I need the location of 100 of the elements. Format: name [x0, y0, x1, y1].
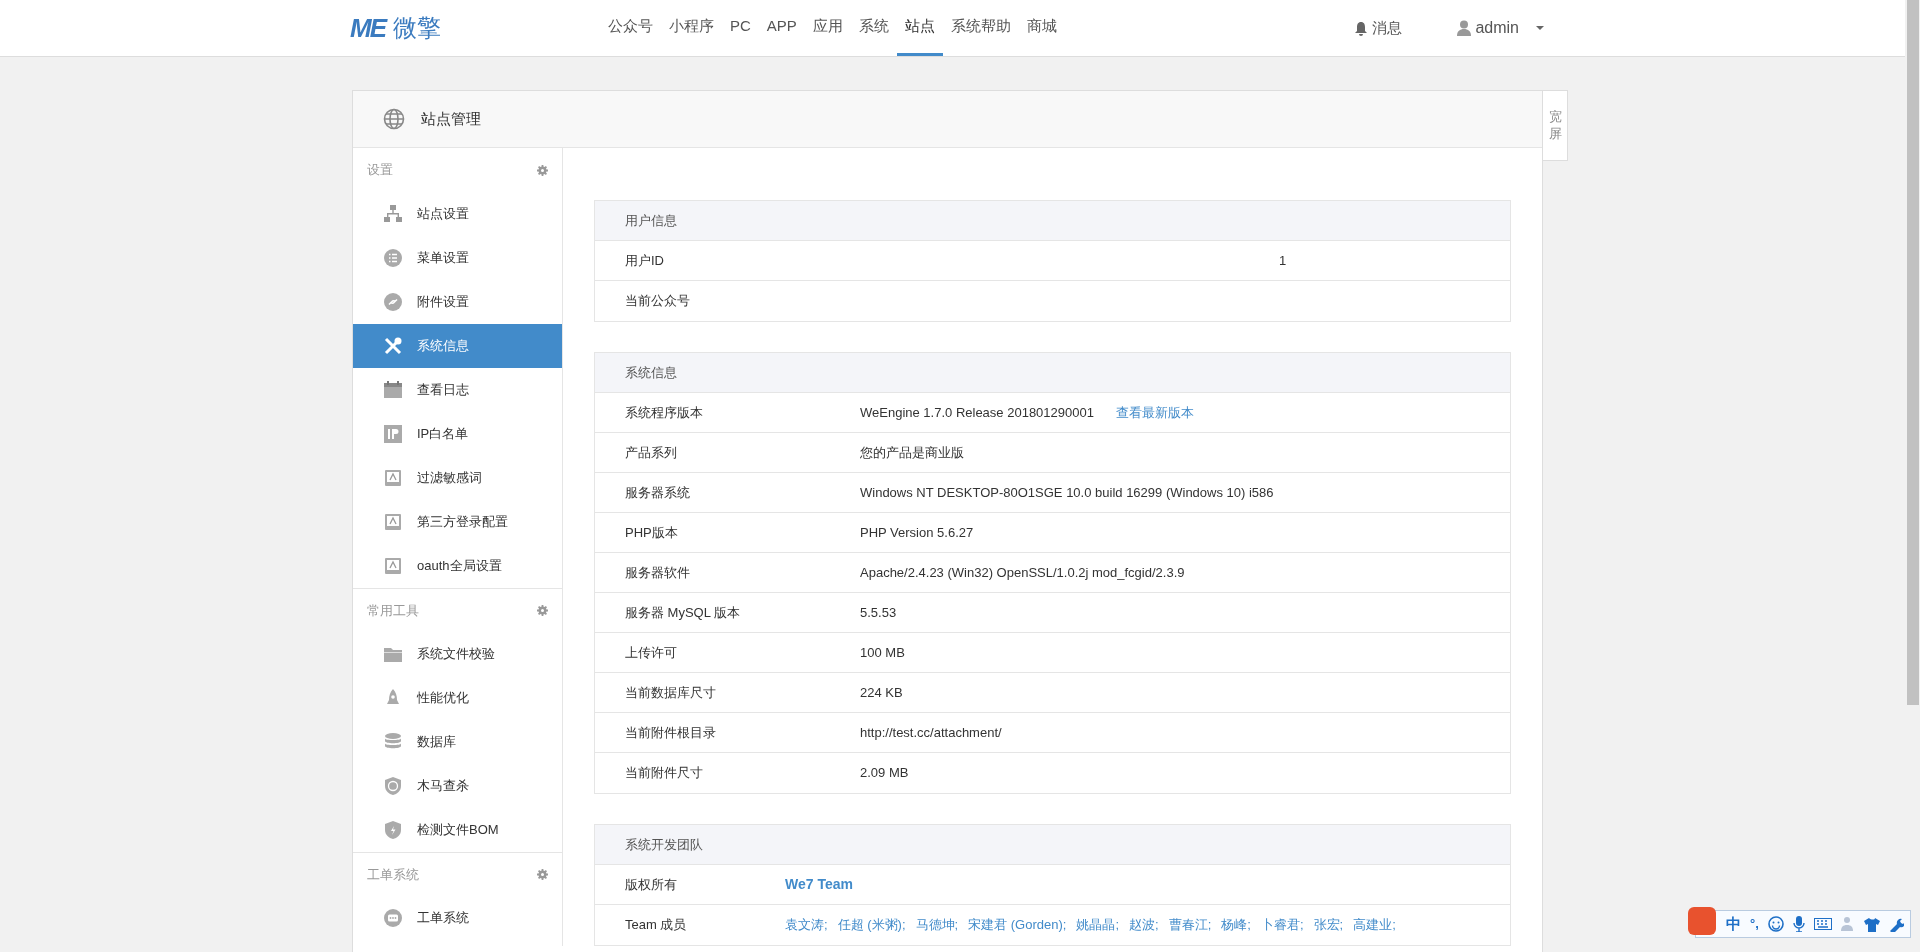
- member-link[interactable]: 曹春江;: [1168, 915, 1212, 935]
- globe-icon: [383, 108, 405, 130]
- row-value: Apache/2.4.23 (Win32) OpenSSL/1.0.2j mod_fcgid/2.3.9: [860, 563, 1185, 582]
- nav-tab[interactable]: 系统帮助: [942, 0, 1019, 56]
- member-link[interactable]: 高建业;: [1353, 915, 1396, 935]
- gear-icon: [537, 605, 548, 616]
- row-label: PHP版本: [625, 524, 678, 540]
- wide-screen-toggle[interactable]: 宽屏: [1543, 90, 1568, 161]
- row-label: 系统程序版本: [625, 404, 703, 420]
- row-label: 版权所有: [625, 876, 677, 892]
- sidebar-item[interactable]: 工单系统: [353, 896, 562, 940]
- sidebar-item[interactable]: 性能优化: [353, 676, 562, 720]
- row-label: 服务器系统: [625, 484, 690, 500]
- member-link[interactable]: 姚晶晶;: [1076, 915, 1119, 935]
- row-label: 用户ID: [625, 252, 664, 268]
- row-label: Team 成员: [625, 917, 687, 933]
- bell-icon: [1354, 20, 1369, 36]
- row-value: 5.5.53: [860, 603, 897, 622]
- table-heading: 用户信息: [625, 211, 677, 230]
- wrench-icon: [1888, 916, 1904, 932]
- member-link[interactable]: 宋建君 (Gorden);: [968, 915, 1067, 935]
- book-icon: [383, 468, 403, 488]
- sitemap-icon: [383, 204, 403, 224]
- row-label: 服务器 MySQL 版本: [625, 604, 741, 620]
- row-value: 您的产品是商业版: [860, 443, 964, 462]
- row-label: 服务器软件: [625, 564, 690, 580]
- row-value: Windows NT DESKTOP-80O1SGE 10.0 build 16299 (Windows 10) i586: [860, 483, 1274, 502]
- nav-tab[interactable]: 应用: [804, 0, 851, 56]
- row-label: 产品系列: [625, 444, 677, 460]
- ime-mode[interactable]: 中: [1726, 912, 1741, 936]
- member-link[interactable]: 卜睿君;: [1260, 915, 1304, 935]
- table-heading: 系统信息: [625, 363, 677, 382]
- caret-icon: [1535, 25, 1545, 31]
- sidebar-item[interactable]: 数据库: [353, 720, 562, 764]
- nav-tab[interactable]: 商城: [1018, 0, 1065, 56]
- nav-tab[interactable]: PC: [722, 0, 759, 56]
- list-icon: [383, 248, 403, 268]
- shield-bolt-icon: [383, 820, 403, 840]
- sidebar-item[interactable]: 系统信息: [353, 324, 562, 368]
- nav-tab[interactable]: APP: [758, 0, 805, 56]
- smiley-icon: [1767, 916, 1784, 932]
- row-value: 2.09 MB: [860, 764, 909, 783]
- row-value: PHP Version 5.6.27: [860, 523, 974, 542]
- row-value: 1: [1279, 251, 1287, 270]
- ime-logo-icon: [1688, 907, 1716, 935]
- scrollbar-thumb[interactable]: [1906, 0, 1919, 705]
- member-link[interactable]: 袁文涛;: [785, 915, 828, 935]
- latest-version-link[interactable]: 查看最新版本: [1115, 402, 1194, 423]
- member-link[interactable]: 赵波;: [1129, 915, 1159, 935]
- user-icon: [1457, 20, 1472, 36]
- logo-text: 微擎: [393, 13, 441, 43]
- sidebar-item[interactable]: 站点设置: [353, 192, 562, 236]
- group-title: 工单系统: [367, 865, 419, 884]
- ime-punctuation[interactable]: °,: [1750, 914, 1759, 934]
- row-label: 上传许可: [625, 644, 677, 660]
- sidebar-item[interactable]: 过滤敏感词: [353, 456, 562, 500]
- user-menu[interactable]: admin: [1457, 16, 1545, 40]
- group-title: 设置: [367, 161, 393, 180]
- row-label: 当前附件根目录: [625, 724, 716, 740]
- book-icon: [383, 512, 403, 532]
- table-heading: 系统开发团队: [625, 835, 703, 854]
- book-icon: [383, 556, 403, 576]
- keyboard-icon: [1813, 918, 1832, 930]
- sidebar-item[interactable]: IP白名单: [353, 412, 562, 456]
- nav-tab[interactable]: 小程序: [661, 0, 722, 56]
- calendar-icon: [383, 380, 403, 400]
- sidebar-item[interactable]: 木马查杀: [353, 764, 562, 808]
- member-link[interactable]: 杨峰;: [1221, 915, 1251, 935]
- microphone-icon: [1792, 916, 1805, 932]
- member-link[interactable]: 张宏;: [1313, 915, 1344, 935]
- sidebar-item[interactable]: 菜单设置: [353, 236, 562, 280]
- sidebar-item[interactable]: oauth全局设置: [353, 544, 562, 588]
- chat-icon: [383, 908, 403, 928]
- ip-badge-icon: [383, 424, 403, 444]
- member-link[interactable]: 马德坤;: [915, 915, 959, 935]
- nav-tab[interactable]: 公众号: [600, 0, 661, 56]
- row-value: 100 MB: [860, 643, 905, 662]
- sidebar-item[interactable]: 检测文件BOM: [353, 808, 562, 852]
- logo-mark: ME: [350, 11, 385, 45]
- sidebar-item[interactable]: 查看日志: [353, 368, 562, 412]
- person-icon: [1840, 916, 1855, 932]
- row-label: 当前附件尺寸: [625, 765, 703, 781]
- nav-tab[interactable]: 系统: [850, 0, 897, 56]
- gear-icon: [537, 869, 548, 880]
- sidebar-item[interactable]: 第三方登录配置: [353, 500, 562, 544]
- tools-icon: [383, 336, 403, 356]
- row-label: 当前数据库尺寸: [625, 684, 716, 700]
- sidebar-item[interactable]: 附件设置: [353, 280, 562, 324]
- sidebar-item[interactable]: 系统文件校验: [353, 632, 562, 676]
- group-title: 常用工具: [367, 601, 419, 620]
- row-value: http://test.cc/attachment/: [860, 723, 1002, 742]
- messages-link[interactable]: 消息: [1354, 16, 1403, 40]
- gear-icon: [537, 164, 548, 176]
- shirt-icon: [1863, 916, 1880, 932]
- nav-tab[interactable]: 站点: [896, 0, 943, 56]
- member-link[interactable]: 任超 (米粥);: [837, 915, 906, 935]
- row-value: 224 KB: [860, 683, 903, 702]
- row-value: WeEngine 1.7.0 Release 201801290001: [860, 403, 1094, 422]
- page-title: 站点管理: [421, 108, 481, 129]
- team-link[interactable]: We7 Team: [785, 874, 853, 895]
